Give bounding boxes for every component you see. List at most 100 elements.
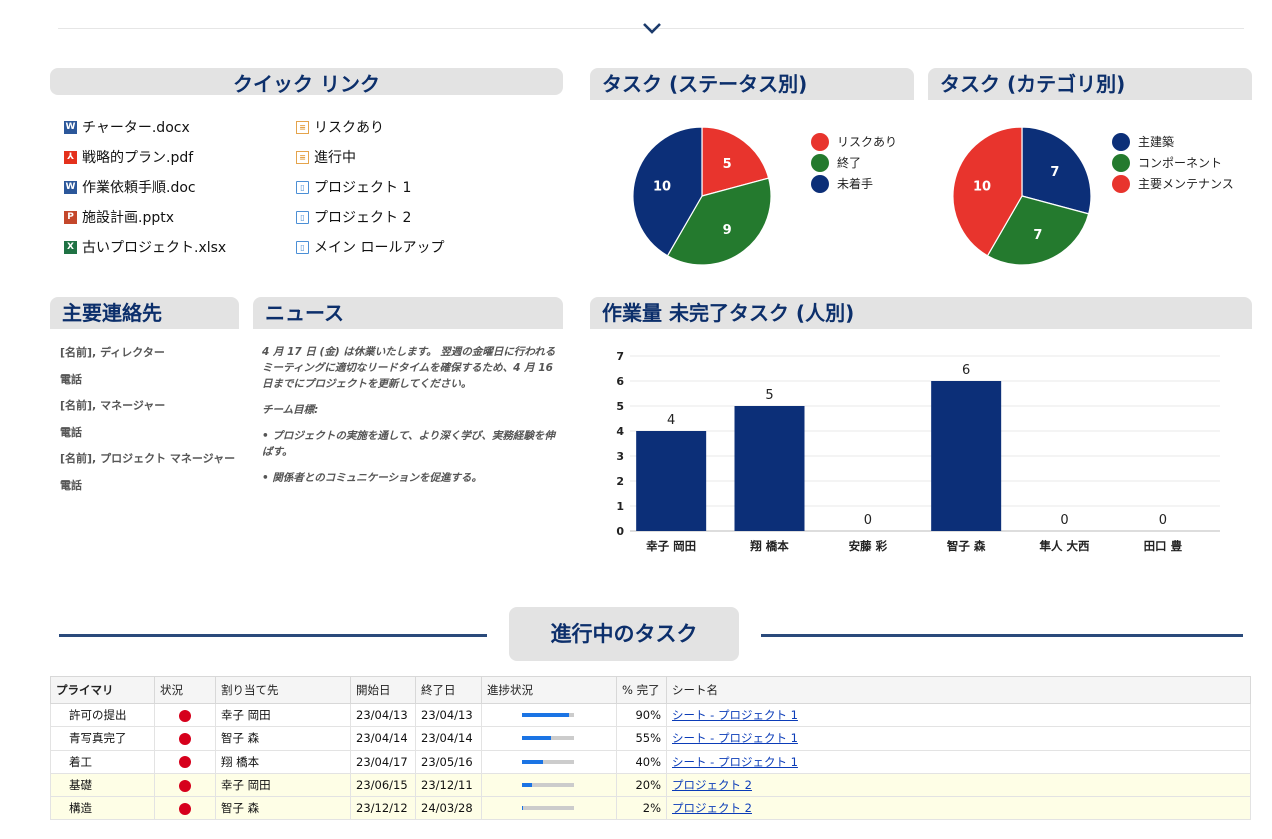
quick-link-item[interactable]: P 施設計画.pptx xyxy=(64,202,226,232)
column-header[interactable]: 状況 xyxy=(154,676,216,704)
tasks-section-title: 進行中のタスク xyxy=(509,607,739,661)
progress-bar-fill xyxy=(522,736,551,741)
progress-cell[interactable] xyxy=(481,726,617,751)
quick-link-label: リスクあり xyxy=(314,120,384,136)
sheet-link[interactable]: シート - プロジェクト 1 xyxy=(672,731,798,745)
table-row[interactable]: 構造 智子 森 23/12/12 24/03/28 2% プロジェクト 2 xyxy=(50,796,1251,821)
primary-cell[interactable]: 許可の提出 xyxy=(50,702,155,728)
x-category-label: 智子 森 xyxy=(947,539,986,553)
table-row[interactable]: 許可の提出 幸子 岡田 23/04/13 23/04/13 90% シート - プロジェク… xyxy=(50,702,1251,728)
start-date-cell[interactable]: 23/12/12 xyxy=(350,796,416,821)
status-cell[interactable] xyxy=(154,796,216,821)
quick-link-item[interactable]: ≡ リスクあり xyxy=(296,112,444,142)
status-cell[interactable] xyxy=(154,702,216,728)
column-header[interactable]: シート名 xyxy=(666,676,1251,704)
bar[interactable] xyxy=(931,381,1002,531)
status-cell[interactable] xyxy=(154,726,216,751)
progress-cell[interactable] xyxy=(481,749,617,774)
quick-link-item[interactable]: ▯ プロジェクト 2 xyxy=(296,202,444,232)
sheet-name-cell: シート - プロジェクト 1 xyxy=(666,726,1251,751)
contacts-list: [名前], ディレクター 電話 [名前], マネージャー 電話 [名前], プロジェクト… xyxy=(60,344,235,503)
pie-slice-label: 10 xyxy=(653,179,671,194)
collapse-chevron-icon[interactable] xyxy=(640,18,664,38)
assignee-cell[interactable]: 幸子 岡田 xyxy=(215,772,351,798)
percent-complete-cell[interactable]: 40% xyxy=(616,749,667,774)
table-row[interactable]: 青写真完了 智子 森 23/04/14 23/04/14 55% シート - プロジェクト… xyxy=(50,726,1251,751)
assignee-cell[interactable]: 幸子 岡田 xyxy=(215,702,351,728)
bar[interactable] xyxy=(636,431,707,531)
sheet-name-cell: プロジェクト 2 xyxy=(666,796,1251,821)
start-date-cell[interactable]: 23/04/17 xyxy=(350,749,416,774)
end-date-cell[interactable]: 23/12/11 xyxy=(415,772,482,798)
quick-link-item[interactable]: ▯ プロジェクト 1 xyxy=(296,172,444,202)
sheet-name-cell: シート - プロジェクト 1 xyxy=(666,749,1251,774)
column-header[interactable]: 終了日 xyxy=(415,676,482,704)
sheet-icon: ▯ xyxy=(296,240,309,254)
primary-cell[interactable]: 構造 xyxy=(50,796,155,821)
column-header[interactable]: % 完了 xyxy=(616,676,667,704)
quick-link-item[interactable]: ⅄ 戦略的プラン.pdf xyxy=(64,142,226,172)
status-cell[interactable] xyxy=(154,749,216,774)
primary-cell[interactable]: 基礎 xyxy=(50,772,155,798)
y-tick-label: 2 xyxy=(616,475,624,488)
progress-bar xyxy=(522,806,574,811)
legend-swatch xyxy=(1112,132,1130,151)
column-header[interactable]: 割り当て先 xyxy=(215,676,351,704)
column-header[interactable]: 開始日 xyxy=(350,676,416,704)
percent-complete-cell[interactable]: 2% xyxy=(616,796,667,821)
end-date-cell[interactable]: 23/05/16 xyxy=(415,749,482,774)
bar-value-label: 0 xyxy=(864,513,872,528)
quick-link-item[interactable]: X 古いプロジェクト.xlsx xyxy=(64,232,226,262)
news-title: ニュース xyxy=(253,297,563,329)
progress-bar-fill xyxy=(522,806,524,811)
quick-link-label: 施設計画.pptx xyxy=(82,210,174,226)
quick-link-item[interactable]: W チャーター.docx xyxy=(64,112,226,142)
sheet-link[interactable]: プロジェクト 2 xyxy=(672,778,752,792)
column-header[interactable]: プライマリ xyxy=(50,676,155,704)
x-category-label: 幸子 岡田 xyxy=(646,539,696,553)
progress-cell[interactable] xyxy=(481,772,617,798)
assignee-cell[interactable]: 智子 森 xyxy=(215,726,351,751)
x-category-label: 田口 豊 xyxy=(1144,539,1183,553)
assignee-cell[interactable]: 翔 橋本 xyxy=(215,749,351,774)
table-header-row: プライマリ 状況 割り当て先 開始日 終了日 進捗状況% 完了 シート名 xyxy=(50,676,1251,704)
primary-cell[interactable]: 青写真完了 xyxy=(50,726,155,751)
percent-complete-cell[interactable]: 55% xyxy=(616,726,667,751)
assignee-cell[interactable]: 智子 森 xyxy=(215,796,351,821)
quick-link-item[interactable]: ▯ メイン ロールアップ xyxy=(296,232,444,262)
legend-item: 主要メンテナンス xyxy=(1112,173,1234,194)
table-row[interactable]: 着工 翔 橋本 23/04/17 23/05/16 40% シート - プロジェクト 1 xyxy=(50,749,1251,774)
end-date-cell[interactable]: 24/03/28 xyxy=(415,796,482,821)
start-date-cell[interactable]: 23/04/14 xyxy=(350,726,416,751)
pdf-file-icon: ⅄ xyxy=(64,150,77,164)
legend-item: コンポーネント xyxy=(1112,152,1234,173)
workload-chart-title: 作業量 未完了タスク (人別) xyxy=(590,297,1252,329)
y-tick-label: 0 xyxy=(616,525,624,538)
contact-phone: 電話 xyxy=(60,478,82,492)
bar-value-label: 4 xyxy=(667,413,675,428)
pie-slice-label: 5 xyxy=(723,157,732,172)
legend-label: 未着手 xyxy=(837,177,874,191)
end-date-cell[interactable]: 23/04/14 xyxy=(415,726,482,751)
status-cell[interactable] xyxy=(154,772,216,798)
contact-name: [名前], マネージャー xyxy=(60,399,166,412)
sheet-link[interactable]: シート - プロジェクト 1 xyxy=(672,708,798,722)
progress-cell[interactable] xyxy=(481,702,617,728)
pie-slice-label: 7 xyxy=(1050,165,1059,180)
quick-link-item[interactable]: W 作業依頼手順.doc xyxy=(64,172,226,202)
sheet-link[interactable]: プロジェクト 2 xyxy=(672,801,752,815)
start-date-cell[interactable]: 23/04/13 xyxy=(350,702,416,728)
progress-cell[interactable] xyxy=(481,796,617,821)
sheet-link[interactable]: シート - プロジェクト 1 xyxy=(672,755,798,769)
bar[interactable] xyxy=(734,406,805,531)
primary-cell[interactable]: 着工 xyxy=(50,749,155,774)
table-row[interactable]: 基礎 幸子 岡田 23/06/15 23/12/11 20% プロジェクト 2 xyxy=(50,772,1251,798)
status-pie-chart: 5 9 10 xyxy=(632,126,772,270)
start-date-cell[interactable]: 23/06/15 xyxy=(350,772,416,798)
legend-swatch xyxy=(811,153,829,172)
quick-link-item[interactable]: ≡ 進行中 xyxy=(296,142,444,172)
column-header[interactable]: 進捗状況 xyxy=(481,676,617,704)
end-date-cell[interactable]: 23/04/13 xyxy=(415,702,482,728)
percent-complete-cell[interactable]: 20% xyxy=(616,772,667,798)
percent-complete-cell[interactable]: 90% xyxy=(616,702,667,728)
